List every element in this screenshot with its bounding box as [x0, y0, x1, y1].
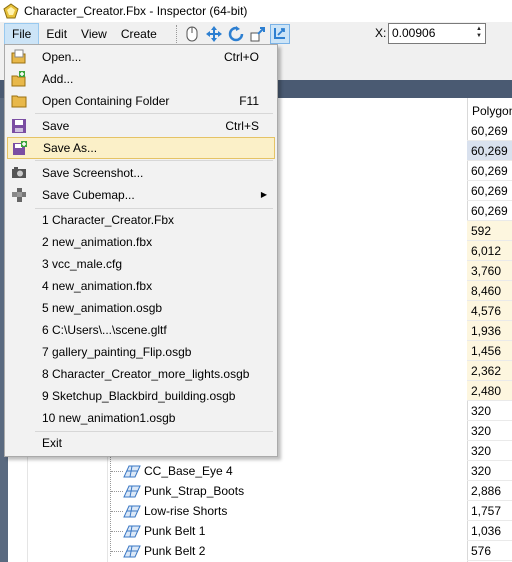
menu-item-open-containing-folder[interactable]: Open Containing Folder F11	[7, 90, 275, 112]
add-file-icon	[11, 71, 26, 87]
app-logo-icon	[3, 3, 19, 19]
tree-node-label: CC_Base_Eye 4	[144, 464, 233, 478]
save-as-icon	[13, 141, 27, 155]
polygon-cell: 1,456	[467, 341, 512, 361]
mesh-icon	[123, 545, 141, 558]
tree-node-label: Punk Belt 1	[144, 524, 206, 538]
recent-file-8[interactable]: 8 Character_Creator_more_lights.osgb	[7, 363, 275, 385]
title-bar: Character_Creator.Fbx - Inspector (64-bi…	[0, 0, 512, 22]
polygon-cell: 60,269	[467, 201, 512, 221]
scale-icon[interactable]	[248, 24, 268, 44]
menu-item-save[interactable]: Save Ctrl+S	[7, 115, 275, 137]
recent-file-5[interactable]: 5 new_animation.osgb	[7, 297, 275, 319]
polygon-cell: 60,269	[467, 161, 512, 181]
tree-connector	[111, 531, 123, 532]
polygon-cell: 3,760	[467, 261, 512, 281]
mesh-icon	[123, 505, 141, 518]
polygon-cell: 1,757	[467, 501, 512, 521]
file-menu-dropdown: Open... Ctrl+O Add... Open Containing Fo…	[4, 44, 278, 457]
recent-file-6[interactable]: 6 C:\Users\...\scene.gltf	[7, 319, 275, 341]
x-coordinate-input[interactable]: 0.00906 ▲ ▼	[388, 23, 486, 44]
mouse-icon[interactable]	[182, 24, 202, 44]
menu-item-exit[interactable]: Exit	[7, 432, 275, 454]
menu-create[interactable]: Create	[114, 23, 164, 45]
recent-file-10[interactable]: 10 new_animation1.osgb	[7, 407, 275, 429]
polygon-cell: 2,886	[467, 481, 512, 501]
polygon-cell: 592	[467, 221, 512, 241]
toolbar-separator	[175, 25, 177, 43]
menu-file[interactable]: File	[4, 23, 40, 45]
folder-open-icon	[11, 49, 26, 64]
menu-item-save-as[interactable]: Save As...	[7, 137, 275, 159]
menu-bar: File Edit View Create X: 0.00906 ▲ ▼	[0, 22, 512, 46]
recent-file-2[interactable]: 2 new_animation.fbx	[7, 231, 275, 253]
submenu-arrow-icon: ▶	[260, 190, 267, 199]
window-title: Character_Creator.Fbx - Inspector (64-bi…	[24, 4, 248, 18]
recent-file-4[interactable]: 4 new_animation.fbx	[7, 275, 275, 297]
polygon-column-header[interactable]: Polygon	[472, 104, 512, 118]
polygon-cell: 320	[467, 461, 512, 481]
recent-file-1[interactable]: 1 Character_Creator.Fbx	[7, 209, 275, 231]
tree-connector	[111, 491, 123, 492]
polygon-cell: 2,480	[467, 381, 512, 401]
menu-item-save-screenshot[interactable]: Save Screenshot...	[7, 162, 275, 184]
polygon-cell: 8,460	[467, 281, 512, 301]
tree-connector	[111, 551, 123, 552]
tree-node[interactable]: Punk Belt 2	[123, 541, 205, 561]
polygon-cell: 60,269	[467, 141, 512, 161]
polygon-cell: 320	[467, 401, 512, 421]
tree-node[interactable]: Punk_Strap_Boots	[123, 481, 244, 501]
menu-item-open[interactable]: Open... Ctrl+O	[7, 46, 275, 68]
move-icon[interactable]	[204, 24, 224, 44]
tree-node-label: Low-rise Shorts	[144, 504, 228, 518]
polygon-cell: 1,936	[467, 321, 512, 341]
recent-file-7[interactable]: 7 gallery_painting_Flip.osgb	[7, 341, 275, 363]
mesh-icon	[123, 485, 141, 498]
menu-edit[interactable]: Edit	[39, 23, 74, 45]
tree-connector	[111, 511, 123, 512]
tree-node[interactable]: CC_Base_Eye 4	[123, 461, 233, 481]
tree-connector	[111, 471, 123, 472]
tree-node[interactable]: Low-rise Shorts	[123, 501, 227, 521]
recent-file-3[interactable]: 3 vcc_male.cfg	[7, 253, 275, 275]
polygon-cell: 4,576	[467, 301, 512, 321]
polygon-cell: 1,036	[467, 521, 512, 541]
cubemap-icon	[12, 188, 26, 202]
polygon-cell: 320	[467, 441, 512, 461]
save-icon	[12, 119, 26, 133]
menu-separator	[35, 160, 273, 161]
tree-node-label: Punk_Strap_Boots	[144, 484, 245, 498]
x-coordinate-label: X:	[375, 26, 387, 40]
menu-separator	[35, 113, 273, 114]
tree-node-label: Punk Belt 2	[144, 544, 206, 558]
tree-node[interactable]: Punk Belt 1	[123, 521, 205, 541]
mesh-icon	[123, 465, 141, 478]
spinner-icon[interactable]: ▲ ▼	[475, 26, 483, 40]
polygon-cell: 60,269	[467, 181, 512, 201]
menu-item-add[interactable]: Add...	[7, 68, 275, 90]
x-coordinate-value: 0.00906	[392, 26, 436, 40]
folder-icon	[11, 95, 27, 108]
snap-icon[interactable]	[269, 24, 290, 44]
polygon-cell: 320	[467, 421, 512, 441]
camera-icon	[12, 167, 26, 178]
rotate-icon[interactable]	[226, 24, 246, 44]
polygon-cell: 576	[467, 541, 512, 561]
tree-connector	[110, 440, 111, 556]
menu-view[interactable]: View	[74, 23, 114, 45]
mesh-icon	[123, 525, 141, 538]
polygon-cell: 60,269	[467, 121, 512, 141]
recent-file-9[interactable]: 9 Sketchup_Blackbird_building.osgb	[7, 385, 275, 407]
menu-item-save-cubemap[interactable]: Save Cubemap... ▶	[7, 184, 275, 206]
polygon-cell: 2,362	[467, 361, 512, 381]
polygon-cell: 6,012	[467, 241, 512, 261]
